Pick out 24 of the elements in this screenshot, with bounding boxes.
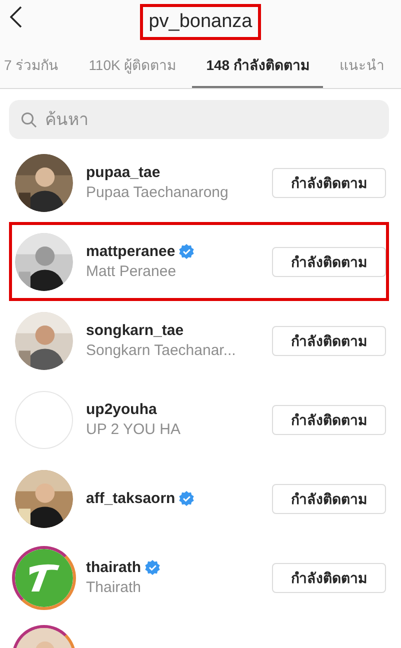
search-field[interactable]: ค้นหา bbox=[9, 100, 389, 139]
following-button[interactable]: กำลังติดตาม bbox=[272, 484, 386, 514]
avatar-placeholder bbox=[15, 390, 73, 448]
full-name: UP 2 YOU HA bbox=[86, 421, 182, 438]
username[interactable]: up2youha bbox=[86, 401, 157, 418]
following-button[interactable]: กำลังติดตาม bbox=[272, 168, 386, 198]
back-icon[interactable] bbox=[10, 6, 22, 28]
following-button[interactable]: กำลังติดตาม bbox=[272, 326, 386, 356]
username[interactable]: songkarn_tae bbox=[86, 322, 184, 339]
username[interactable]: aff_taksaorn bbox=[86, 490, 176, 507]
full-name: Pupaa Taechanarong bbox=[86, 184, 230, 201]
full-name: Thairath bbox=[86, 579, 142, 596]
full-name: Songkarn Taechanar... bbox=[86, 342, 237, 359]
following-button[interactable]: กำลังติดตาม bbox=[272, 246, 386, 276]
full-name: Matt Peranee bbox=[86, 263, 178, 280]
username[interactable]: mattperanee bbox=[86, 243, 176, 260]
logo-icon bbox=[15, 548, 73, 606]
tab[interactable]: 148 กำลังติดตาม bbox=[192, 44, 324, 88]
profile-username: pv_bonanza bbox=[140, 4, 262, 40]
following-button[interactable]: กำลังติดตาม bbox=[272, 404, 386, 434]
story-ring[interactable] bbox=[12, 546, 76, 610]
username[interactable]: pupaa_tae bbox=[86, 164, 160, 181]
username[interactable]: thairath bbox=[86, 559, 142, 576]
following-button[interactable]: กำลังติดตาม bbox=[272, 562, 386, 592]
